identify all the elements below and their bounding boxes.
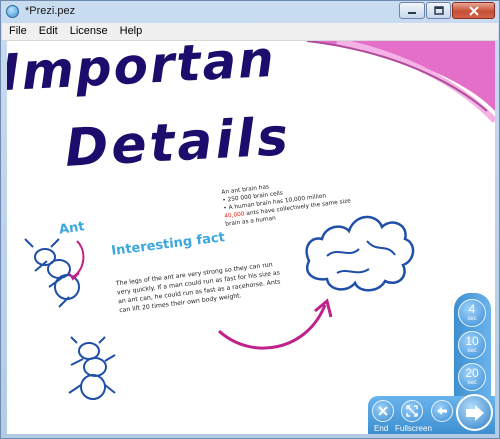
- timer-4-num: 4: [468, 302, 476, 316]
- end-button[interactable]: [372, 400, 394, 422]
- timer-20-num: 20: [465, 366, 479, 380]
- menu-license[interactable]: License: [63, 23, 113, 40]
- menu-help[interactable]: Help: [113, 23, 148, 40]
- next-button[interactable]: [456, 394, 493, 431]
- timer-20-unit: sec: [467, 380, 477, 386]
- app-window: *Prezi.pez File Edit License Help Import…: [0, 0, 500, 439]
- menu-bar: File Edit License Help: [2, 23, 498, 41]
- prezi-canvas[interactable]: Importan Details Ant Interesting fact Th…: [7, 41, 495, 434]
- next-arrow-icon: [465, 404, 484, 421]
- maximize-icon: [433, 6, 444, 15]
- menu-file[interactable]: File: [2, 23, 32, 40]
- close-button[interactable]: [452, 2, 495, 19]
- minimize-button[interactable]: [399, 2, 425, 19]
- arrow-to-brain-icon: [217, 298, 333, 350]
- prezi-app-icon: [6, 5, 19, 18]
- brain-highlight: 40,000: [224, 211, 245, 220]
- title-bar[interactable]: *Prezi.pez: [1, 1, 499, 23]
- end-label: End: [374, 424, 389, 433]
- minimize-icon: [408, 11, 416, 14]
- window-controls: [398, 2, 495, 20]
- maximize-button[interactable]: [426, 2, 451, 19]
- end-icon: [378, 406, 388, 416]
- fullscreen-button[interactable]: [401, 400, 423, 422]
- timer-4-sec-button[interactable]: 4 sec: [458, 299, 486, 327]
- previous-button[interactable]: [431, 400, 453, 422]
- timer-10-unit: sec: [467, 348, 477, 354]
- fullscreen-label: Fullscreen: [395, 424, 432, 433]
- close-icon: [468, 5, 479, 16]
- menu-edit[interactable]: Edit: [32, 23, 63, 40]
- timer-20-sec-button[interactable]: 20 sec: [458, 363, 486, 391]
- timer-10-sec-button[interactable]: 10 sec: [458, 331, 486, 359]
- previous-arrow-icon: [437, 407, 447, 415]
- timer-10-num: 10: [465, 334, 479, 348]
- fullscreen-icon: [406, 405, 418, 417]
- window-title: *Prezi.pez: [25, 5, 76, 17]
- timer-4-unit: sec: [467, 316, 477, 322]
